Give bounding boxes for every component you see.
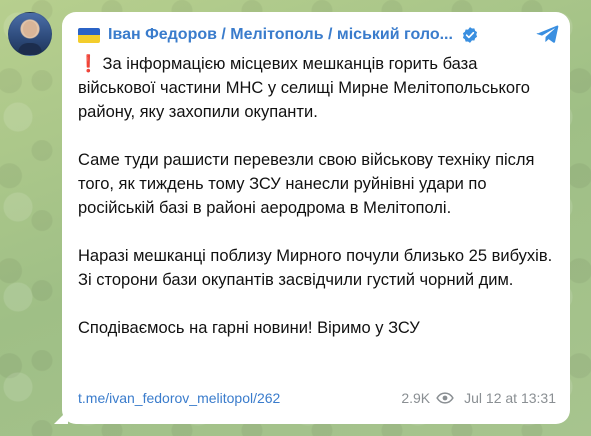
message-footer: t.me/ivan_fedorov_melitopol/262 2.9K Jul… xyxy=(78,388,556,408)
exclamation-icon: ❗ xyxy=(78,55,99,73)
message-paragraph-1: ❗ За інформацією місцевих мешканців горит… xyxy=(78,52,556,124)
verified-badge-icon xyxy=(462,27,477,43)
eye-icon xyxy=(436,392,454,404)
avatar-shirt xyxy=(18,43,42,55)
message-bubble: Іван Федоров / Мелітополь / міський голо… xyxy=(62,12,570,424)
message-paragraph-4: Сподіваємось на гарні новини! Віримо у З… xyxy=(78,316,556,340)
message-text: ❗ За інформацією місцевих мешканців горит… xyxy=(78,52,556,340)
message-header: Іван Федоров / Мелітополь / міський голо… xyxy=(78,22,556,48)
message-meta: 2.9K Jul 12 at 13:31 xyxy=(401,390,556,406)
message-paragraph-3: Наразі мешканці поблизу Мирного почули б… xyxy=(78,247,553,289)
post-date: Jul 12 at 13:31 xyxy=(464,390,556,406)
ukraine-flag-icon xyxy=(78,27,100,43)
message-paragraph-2: Саме туди рашисти перевезли свою військо… xyxy=(78,151,535,217)
ukraine-flag-emoji-icon xyxy=(420,320,440,334)
view-count: 2.9K xyxy=(401,390,431,406)
post-link[interactable]: t.me/ivan_fedorov_melitopol/262 xyxy=(78,390,280,406)
telegram-share-icon[interactable] xyxy=(536,22,560,46)
channel-name-link[interactable]: Іван Федоров / Мелітополь / міський голо… xyxy=(108,26,453,44)
paragraph-1-text: За інформацією місцевих мешканців горить… xyxy=(78,55,530,121)
channel-avatar[interactable] xyxy=(8,12,52,56)
avatar-face xyxy=(23,21,37,37)
paragraph-4-text: Сподіваємось на гарні новини! Віримо у З… xyxy=(78,319,420,337)
